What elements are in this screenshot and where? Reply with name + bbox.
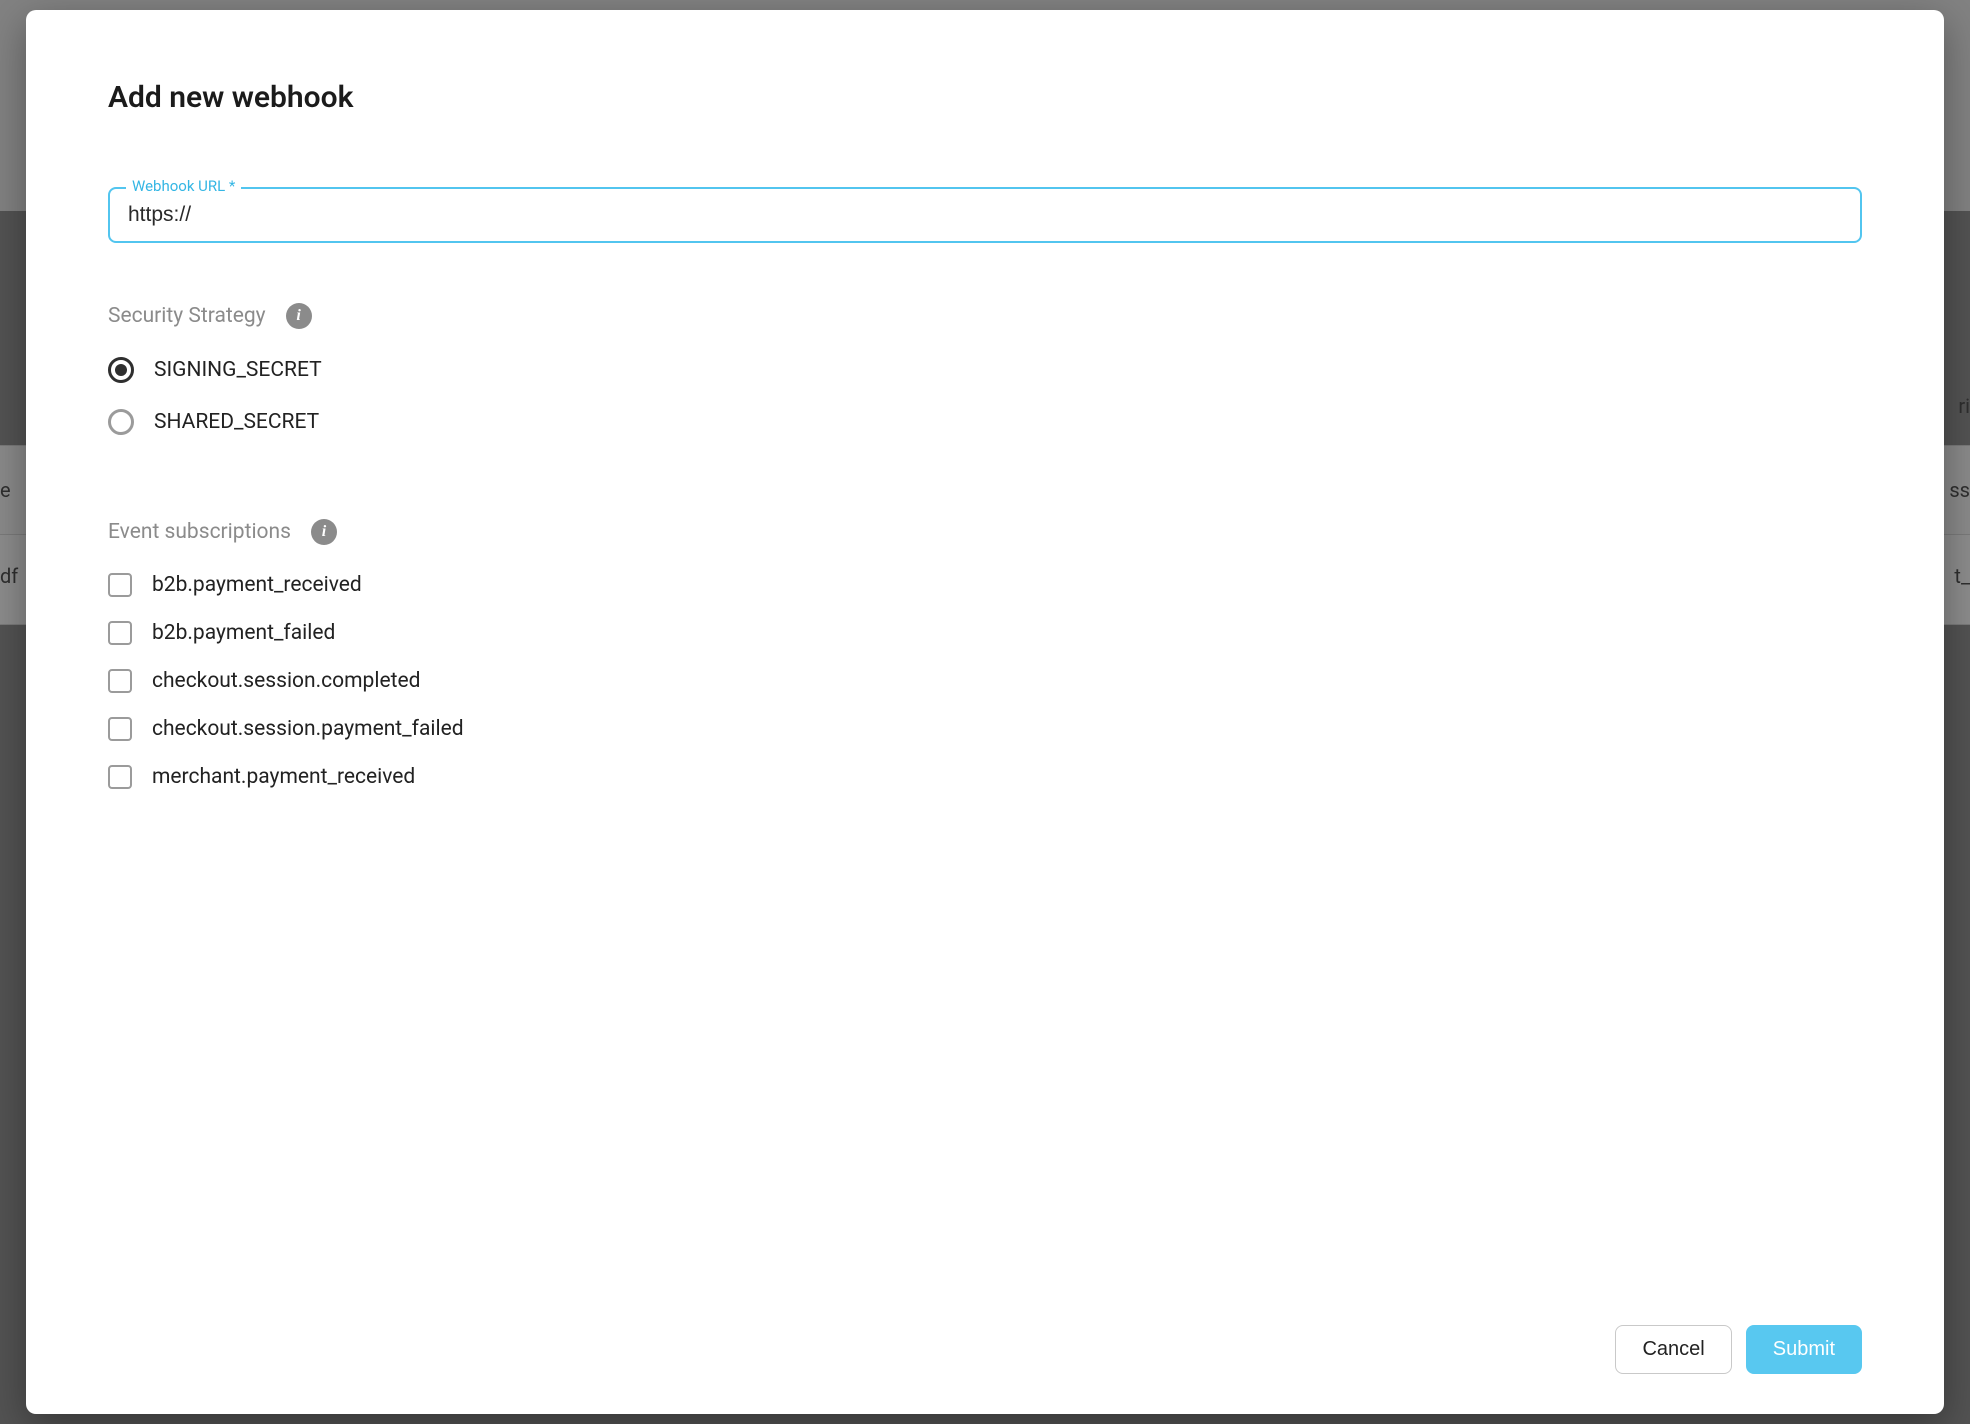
event-subscriptions-list: b2b.payment_received b2b.payment_failed … bbox=[108, 573, 1862, 813]
checkbox-label: merchant.payment_received bbox=[152, 765, 415, 789]
checkbox-icon bbox=[108, 717, 132, 741]
radio-shared-secret[interactable]: SHARED_SECRET bbox=[108, 409, 1862, 435]
checkbox-icon bbox=[108, 765, 132, 789]
checkbox-label: checkout.session.payment_failed bbox=[152, 717, 464, 741]
event-checkbox-b2b-payment-failed[interactable]: b2b.payment_failed bbox=[108, 621, 1862, 645]
checkbox-icon bbox=[108, 573, 132, 597]
radio-label: SIGNING_SECRET bbox=[154, 358, 322, 382]
event-checkbox-b2b-payment-received[interactable]: b2b.payment_received bbox=[108, 573, 1862, 597]
radio-signing-secret[interactable]: SIGNING_SECRET bbox=[108, 357, 1862, 383]
checkbox-label: checkout.session.completed bbox=[152, 669, 420, 693]
event-checkbox-checkout-session-completed[interactable]: checkout.session.completed bbox=[108, 669, 1862, 693]
event-subscriptions-header: Event subscriptions i bbox=[108, 519, 1862, 545]
radio-label: SHARED_SECRET bbox=[154, 410, 319, 434]
radio-icon bbox=[108, 357, 134, 383]
security-strategy-label: Security Strategy bbox=[108, 304, 266, 328]
event-checkbox-merchant-payment-received[interactable]: merchant.payment_received bbox=[108, 765, 1862, 789]
checkbox-icon bbox=[108, 669, 132, 693]
checkbox-label: b2b.payment_received bbox=[152, 573, 362, 597]
info-icon[interactable]: i bbox=[286, 303, 312, 329]
event-subscriptions-label: Event subscriptions bbox=[108, 520, 291, 544]
add-webhook-modal: Add new webhook Webhook URL * Security S… bbox=[26, 10, 1944, 1414]
submit-button[interactable]: Submit bbox=[1746, 1325, 1862, 1374]
webhook-url-label: Webhook URL * bbox=[126, 177, 241, 195]
cancel-button[interactable]: Cancel bbox=[1615, 1325, 1731, 1374]
radio-icon bbox=[108, 409, 134, 435]
checkbox-icon bbox=[108, 621, 132, 645]
checkbox-label: b2b.payment_failed bbox=[152, 621, 335, 645]
security-strategy-header: Security Strategy i bbox=[108, 303, 1862, 329]
info-icon[interactable]: i bbox=[311, 519, 337, 545]
security-strategy-radio-group: SIGNING_SECRET SHARED_SECRET bbox=[108, 357, 1862, 461]
modal-footer: Cancel Submit bbox=[108, 1305, 1862, 1374]
event-checkbox-checkout-session-payment-failed[interactable]: checkout.session.payment_failed bbox=[108, 717, 1862, 741]
modal-title: Add new webhook bbox=[108, 80, 1862, 115]
webhook-url-field[interactable]: Webhook URL * bbox=[108, 187, 1862, 243]
webhook-url-input[interactable] bbox=[110, 189, 1860, 241]
